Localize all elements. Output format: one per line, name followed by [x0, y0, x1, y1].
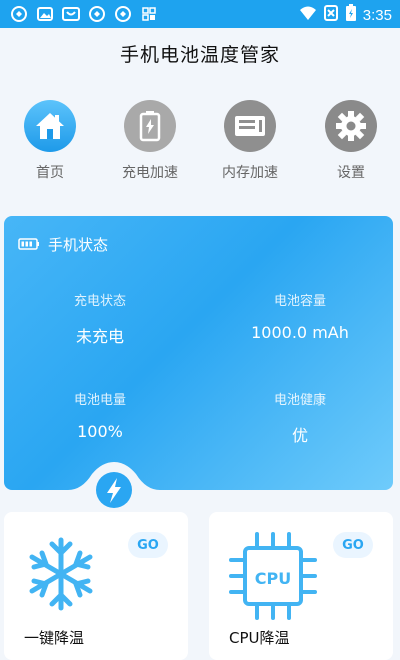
stat-value: 未充电 [75, 327, 124, 346]
cpu-icon: CPU [229, 532, 317, 620]
phone-status-card: 手机状态 充电状态 未充电 电池容量 1000.0 mAh 电池电量 100% … [4, 216, 393, 490]
status-time: 3:35 [362, 6, 392, 24]
battery-level-icon [18, 235, 40, 254]
one-key-cooling-card[interactable]: GO 一键降温 [4, 512, 188, 660]
stat-label: 电池电量 [73, 393, 126, 408]
card-title: 手机状态 [48, 236, 109, 254]
store-icon [62, 5, 80, 23]
memory-icon [224, 100, 276, 152]
page-title: 手机电池温度管家 [119, 44, 280, 66]
app-icon [10, 5, 28, 23]
nav-item-label: 内存加速 [222, 165, 278, 181]
go-badge[interactable]: GO [128, 532, 168, 558]
go-badge[interactable]: GO [333, 532, 373, 558]
nav-item-label: 首页 [36, 165, 64, 181]
nav-item-charge-boost[interactable]: 充电加速 [110, 100, 190, 182]
battery-icon [124, 100, 176, 152]
no-sim-icon [323, 5, 339, 25]
wifi-icon [299, 5, 317, 25]
home-icon [24, 100, 76, 152]
grid-icon [140, 5, 158, 23]
cpu-cooling-card[interactable]: CPU GO CPU降温 [209, 512, 393, 660]
main-nav: 首页 充电加速 内存加速 设置 [0, 100, 400, 190]
stat-value: 优 [291, 426, 308, 445]
nav-item-memory-boost[interactable]: 内存加速 [210, 100, 290, 182]
snowflake-icon [29, 537, 93, 611]
stat-label: 充电状态 [73, 294, 126, 309]
stat-battery-capacity: 电池容量 1000.0 mAh [220, 290, 380, 342]
app-icon [88, 5, 106, 23]
stat-label: 电池容量 [273, 294, 326, 309]
stat-value: 100% [77, 422, 123, 441]
nav-item-settings[interactable]: 设置 [311, 100, 391, 182]
stat-battery-health: 电池健康 优 [220, 389, 380, 446]
nav-item-label: 充电加速 [122, 165, 178, 181]
stat-label: 电池健康 [273, 393, 326, 408]
status-bar: 3:35 [0, 0, 400, 28]
feature-label: CPU降温 [229, 629, 290, 647]
nav-item-label: 设置 [337, 165, 365, 181]
gear-icon [325, 100, 377, 152]
stat-charging-state: 充电状态 未充电 [20, 290, 180, 347]
stat-battery-level: 电池电量 100% [20, 389, 180, 441]
app-icon [114, 5, 132, 23]
stat-value: 1000.0 mAh [251, 323, 349, 342]
battery-charging-icon [345, 4, 357, 26]
cpu-icon-label: CPU [255, 569, 291, 588]
feature-label: 一键降温 [24, 629, 85, 647]
nav-item-home[interactable]: 首页 [10, 100, 90, 182]
gallery-icon [36, 5, 54, 23]
